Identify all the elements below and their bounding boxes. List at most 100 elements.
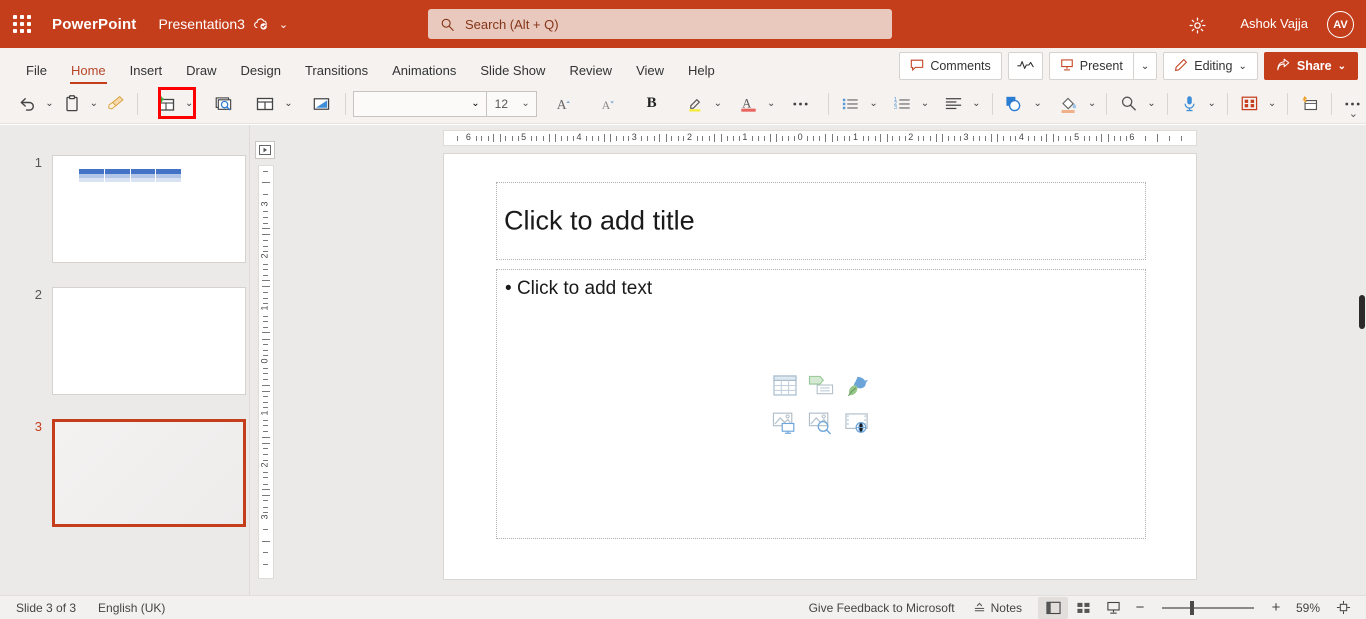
title-placeholder[interactable]: Click to add title	[496, 182, 1146, 260]
fit-slide-to-window-button[interactable]	[1328, 597, 1358, 619]
slide-thumbnail-3[interactable]	[52, 419, 246, 527]
editing-mode-button[interactable]: Editing ⌄	[1163, 52, 1258, 80]
find-button[interactable]	[1114, 89, 1143, 119]
new-slide-button[interactable]	[151, 89, 181, 119]
ruler-tick	[591, 136, 593, 141]
bold-button[interactable]: B	[639, 89, 665, 119]
bullets-button[interactable]	[836, 89, 865, 119]
present-dropdown-button[interactable]: ⌄	[1132, 52, 1158, 80]
ruler-tick	[930, 136, 932, 141]
toolbar-divider	[345, 92, 347, 115]
insert-3d-model-icon[interactable]	[767, 404, 803, 441]
tab-view[interactable]: View	[624, 64, 676, 84]
avatar[interactable]: AV	[1327, 11, 1354, 38]
gear-icon[interactable]	[1184, 12, 1210, 38]
slide-thumbnail-1[interactable]	[52, 155, 246, 263]
more-font-options-button[interactable]: more-options-ellipsis	[787, 89, 814, 119]
insert-stock-images-icon[interactable]	[803, 404, 839, 441]
font-color-dropdown-chevron-down-icon[interactable]: ⌄	[763, 98, 779, 109]
tab-help[interactable]: Help	[676, 64, 727, 84]
font-name-input[interactable]: ⌄	[353, 90, 487, 117]
designer-button[interactable]	[1235, 89, 1264, 119]
zoom-out-button[interactable]: −	[1128, 599, 1152, 616]
tab-home[interactable]: Home	[59, 64, 118, 84]
notes-button[interactable]: Notes	[973, 601, 1022, 615]
zoom-in-button[interactable]: +	[1264, 599, 1288, 616]
present-button[interactable]: Present	[1048, 52, 1133, 80]
tab-slide-show[interactable]: Slide Show	[468, 64, 557, 84]
designer-dropdown-chevron-down-icon[interactable]: ⌄	[1264, 98, 1280, 109]
bullets-dropdown-chevron-down-icon[interactable]: ⌄	[865, 98, 881, 109]
shapes-dropdown-chevron-down-icon[interactable]: ⌄	[1029, 98, 1045, 109]
ruler-tick	[622, 136, 624, 141]
find-dropdown-chevron-down-icon[interactable]: ⌄	[1143, 98, 1159, 109]
content-placeholder[interactable]: • Click to add text	[496, 269, 1146, 539]
current-slide[interactable]: Click to add title • Click to add text	[443, 153, 1197, 580]
font-color-button[interactable]: A	[734, 89, 763, 119]
comments-button[interactable]: Comments	[899, 52, 1002, 80]
dictate-dropdown-chevron-down-icon[interactable]: ⌄	[1204, 98, 1220, 109]
slide-thumbnail-2[interactable]	[52, 287, 246, 395]
undo-button[interactable]	[13, 89, 41, 119]
view-reading-button[interactable]	[1098, 597, 1128, 619]
ruler-tick	[263, 425, 268, 427]
ruler-toggle-button[interactable]	[255, 141, 275, 159]
tab-transitions[interactable]: Transitions	[293, 64, 380, 84]
feedback-link[interactable]: Give Feedback to Microsoft	[809, 601, 955, 615]
decrease-font-size-button[interactable]: A	[595, 89, 623, 119]
align-dropdown-chevron-down-icon[interactable]: ⌄	[968, 98, 984, 109]
zoom-level-label[interactable]: 59%	[1288, 601, 1328, 615]
document-menu-chevron-down-icon[interactable]: ⌄	[279, 18, 288, 31]
horizontal-ruler[interactable]: 6 5 4 3 2 1 0 1 2 3 4 5 6	[443, 130, 1197, 146]
insert-table-icon[interactable]	[767, 367, 803, 404]
tab-draw[interactable]: Draw	[174, 64, 228, 84]
vertical-ruler[interactable]: 3 2 1 0 1 2 3	[258, 165, 274, 579]
ribbon-collapse-chevron-down-icon[interactable]: ⌄	[1349, 107, 1358, 120]
tab-insert[interactable]: Insert	[118, 64, 175, 84]
view-slide-sorter-button[interactable]	[1068, 597, 1098, 619]
tab-review[interactable]: Review	[557, 64, 624, 84]
text-highlight-button[interactable]	[681, 89, 710, 119]
insert-video-icon[interactable]	[839, 404, 875, 441]
scrollbar-thumb[interactable]	[1359, 295, 1365, 329]
reuse-slides-button[interactable]	[209, 89, 238, 119]
dictate-button[interactable]	[1175, 89, 1204, 119]
share-button[interactable]: Share ⌄	[1263, 52, 1358, 80]
align-button[interactable]	[939, 89, 968, 119]
layout-button[interactable]	[250, 89, 280, 119]
highlight-dropdown-chevron-down-icon[interactable]: ⌄	[710, 98, 726, 109]
record-button[interactable]	[1295, 89, 1324, 119]
layout-dropdown-chevron-down-icon[interactable]: ⌄	[280, 98, 296, 109]
view-normal-button[interactable]	[1038, 596, 1068, 619]
activity-button[interactable]	[1007, 52, 1043, 80]
tab-design[interactable]: Design	[229, 64, 293, 84]
increase-font-size-button[interactable]: A	[551, 89, 579, 119]
vertical-scrollbar[interactable]	[1359, 125, 1366, 595]
search-input[interactable]: Search (Alt + Q)	[428, 9, 892, 39]
shape-fill-dropdown-chevron-down-icon[interactable]: ⌄	[1084, 98, 1100, 109]
numbering-dropdown-chevron-down-icon[interactable]: ⌄	[917, 98, 933, 109]
cloud-saved-icon[interactable]	[253, 16, 269, 32]
paste-dropdown-chevron-down-icon[interactable]: ⌄	[86, 98, 102, 109]
document-name[interactable]: Presentation3	[159, 16, 245, 32]
paste-button[interactable]	[58, 89, 86, 119]
undo-dropdown-chevron-down-icon[interactable]: ⌄	[41, 98, 57, 109]
format-painter-button[interactable]	[102, 89, 130, 119]
app-launcher-button[interactable]	[0, 0, 44, 48]
insert-smartart-icon[interactable]	[803, 367, 839, 404]
reset-slide-button[interactable]	[307, 89, 336, 119]
insert-icons-icon[interactable]	[839, 367, 875, 404]
ruler-tick	[973, 136, 975, 141]
tab-animations[interactable]: Animations	[380, 64, 468, 84]
shapes-button[interactable]	[999, 89, 1029, 119]
zoom-slider-knob[interactable]	[1190, 600, 1194, 615]
numbering-button[interactable]: 123	[888, 89, 917, 119]
slide-count-label[interactable]: Slide 3 of 3	[16, 601, 76, 615]
font-size-input[interactable]: 12 ⌄	[486, 90, 537, 117]
zoom-slider[interactable]	[1162, 600, 1254, 616]
language-label[interactable]: English (UK)	[98, 601, 165, 615]
shape-fill-button[interactable]	[1054, 89, 1084, 119]
tab-file[interactable]: File	[14, 64, 59, 84]
thumbnail-row-3: 3	[16, 419, 246, 527]
new-slide-dropdown-chevron-down-icon[interactable]: ⌄	[181, 98, 197, 109]
